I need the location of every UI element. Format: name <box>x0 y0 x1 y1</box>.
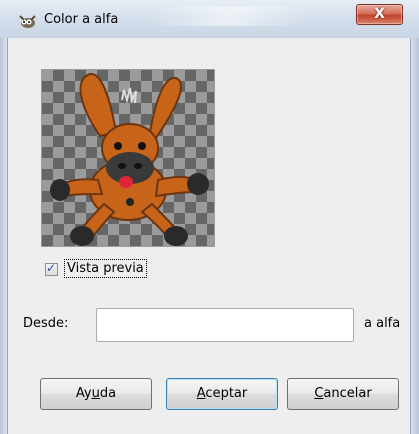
checkmark-icon: ✓ <box>46 261 57 275</box>
preview-checkbox[interactable]: ✓ <box>45 261 58 276</box>
help-button-text-end: da <box>99 386 117 401</box>
donkey-plush-image <box>50 73 209 246</box>
help-button-text-start: Ay <box>75 386 92 401</box>
from-color-label: Desde: <box>23 316 69 331</box>
color-to-alpha-dialog: Color a alfa X ✓ Vista previa Desde: a a… <box>0 0 419 434</box>
title-bar[interactable]: Color a alfa X <box>0 0 419 39</box>
cancel-button-text-end: ancelar <box>323 386 372 401</box>
close-button[interactable]: X <box>356 4 403 25</box>
to-alpha-label: a alfa <box>364 316 401 331</box>
window-title: Color a alfa <box>44 12 119 27</box>
cancel-button[interactable]: Cancelar <box>287 378 399 410</box>
preview-checkbox-label[interactable]: Vista previa <box>64 259 147 278</box>
help-button[interactable]: Ayuda <box>40 378 152 410</box>
gimp-wilber-icon <box>19 15 36 28</box>
window-frame-left <box>0 38 8 434</box>
from-color-field[interactable] <box>96 308 354 342</box>
window-frame-right <box>410 38 419 434</box>
close-icon: X <box>374 6 385 22</box>
help-button-mnemonic: u <box>91 386 100 401</box>
ok-button[interactable]: Aceptar <box>166 378 278 410</box>
ok-button-text-end: ceptar <box>205 386 248 401</box>
preview-image <box>41 69 215 247</box>
titlebar-highlight <box>146 6 314 26</box>
